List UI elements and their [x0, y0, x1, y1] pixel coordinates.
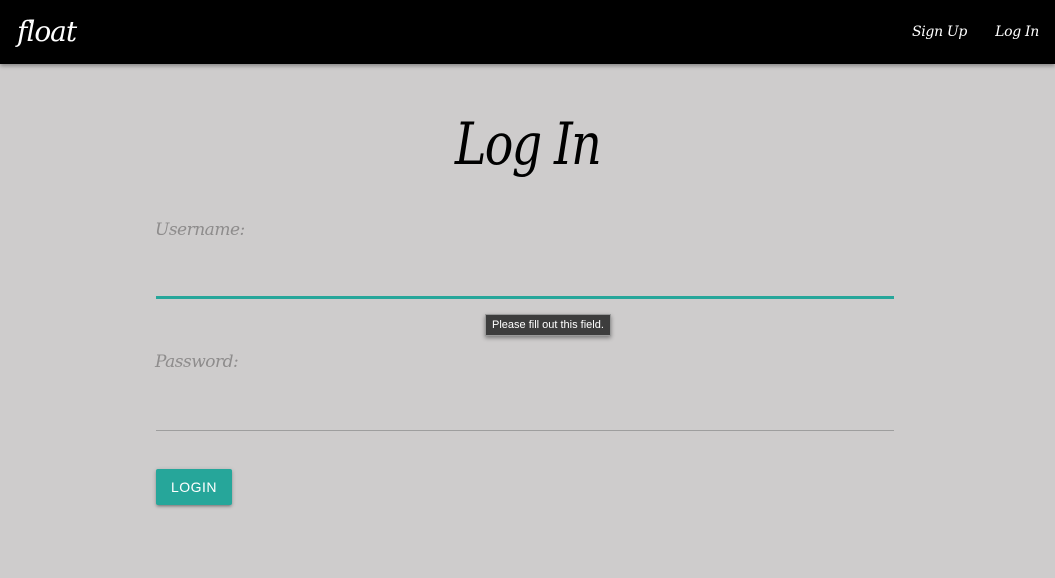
login-button[interactable]: LOGIN — [156, 469, 232, 505]
username-input[interactable] — [156, 262, 894, 298]
password-input[interactable] — [156, 396, 894, 431]
nav-link-log-in[interactable]: Log In — [995, 22, 1039, 42]
nav-link-sign-up[interactable]: Sign Up — [912, 22, 967, 42]
username-label: Username: — [155, 220, 245, 240]
nav-links: Sign Up Log In — [912, 22, 1039, 42]
brand-logo[interactable]: float — [17, 14, 77, 50]
navbar: float Sign Up Log In — [0, 0, 1055, 64]
page-title: Log In — [454, 110, 602, 178]
password-label: Password: — [155, 352, 239, 372]
validation-tooltip: Please fill out this field. — [485, 314, 611, 336]
